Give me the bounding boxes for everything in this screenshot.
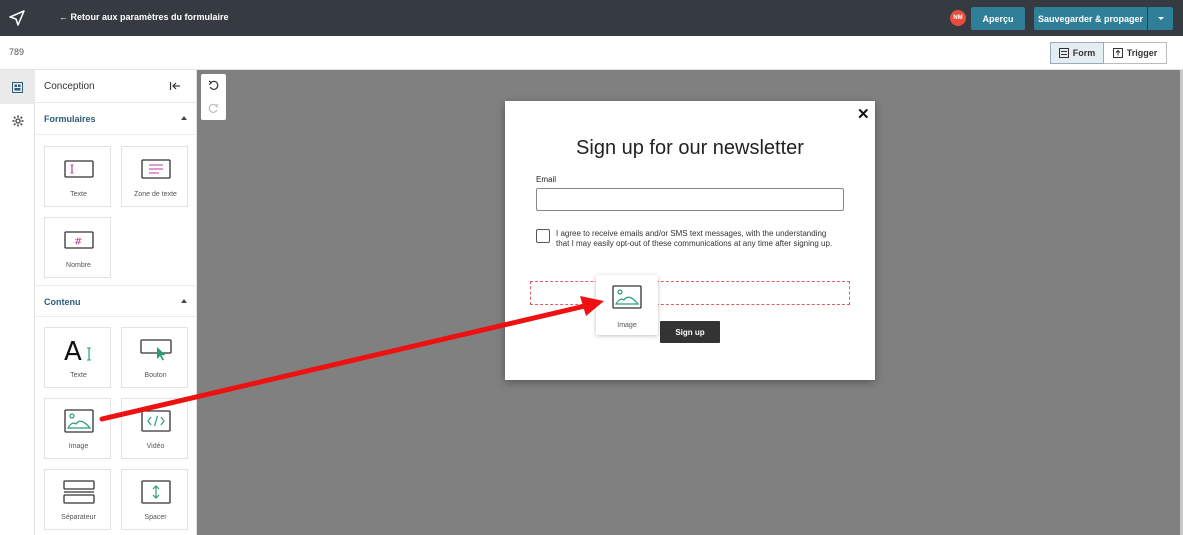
panel-title: Conception (44, 81, 95, 92)
left-icon-rail (0, 70, 35, 535)
tile-label: Texte (70, 191, 87, 198)
app-root: ← Retour aux paramètres du formulaire NM… (0, 0, 1183, 535)
consent-text: I agree to receive emails and/or SMS tex… (556, 229, 833, 248)
user-avatar[interactable]: NM (950, 10, 966, 26)
history-controls (201, 74, 226, 120)
panel-header: Conception (35, 70, 197, 103)
section-forms-title: Formulaires (44, 114, 96, 124)
top-bar: ← Retour aux paramètres du formulaire NM… (0, 0, 1183, 36)
tile-label: Zone de texte (134, 191, 177, 198)
redo-icon (208, 103, 219, 113)
tile-label: Image (68, 443, 89, 450)
number-field-icon: # (63, 231, 94, 249)
separator-icon (62, 480, 95, 504)
form-id: 789 (9, 47, 25, 57)
save-and-propagate-button[interactable]: Sauvegarder & propager (1034, 7, 1147, 30)
save-options-dropdown[interactable] (1148, 7, 1173, 30)
section-content-title: Contenu (44, 297, 81, 307)
chevron-down-icon (1157, 16, 1164, 20)
section-forms-header[interactable]: Formulaires (35, 103, 197, 135)
tile-text-field[interactable]: Texte (44, 146, 111, 207)
dragged-tile-label: Image (617, 322, 637, 329)
text-content-icon: A (64, 337, 91, 364)
tile-video[interactable]: Vidéo (121, 398, 188, 459)
undo-icon (208, 80, 219, 90)
video-code-icon (140, 410, 171, 432)
email-field[interactable] (536, 188, 844, 211)
tile-label: Séparateur (61, 514, 96, 521)
textarea-icon (140, 159, 171, 179)
chevron-up-icon (181, 299, 187, 303)
undo-button[interactable] (201, 74, 226, 97)
gear-icon (12, 115, 23, 127)
email-label: Email (536, 175, 557, 184)
tile-label: Vidéo (146, 443, 165, 450)
design-panel: Conception Formulaires Texte Zone de tex… (35, 70, 197, 535)
tile-label: Texte (70, 372, 87, 379)
send-logo-icon[interactable] (0, 0, 34, 36)
back-to-form-settings-link[interactable]: ← Retour aux paramètres du formulaire (59, 12, 229, 22)
button-cursor-icon (139, 339, 172, 361)
tile-button[interactable]: Bouton (121, 327, 188, 388)
tab-trigger-label: Trigger (1126, 48, 1158, 58)
close-icon[interactable]: ✕ (857, 105, 870, 123)
rail-settings-button[interactable] (0, 104, 35, 138)
section-content-header[interactable]: Contenu (35, 285, 197, 317)
chevron-up-icon (181, 116, 187, 120)
redo-button[interactable] (201, 97, 226, 120)
tile-textarea[interactable]: Zone de texte (121, 146, 188, 207)
sub-bar: 789 Form Trigger (0, 36, 1183, 70)
svg-text:A: A (64, 337, 82, 364)
tile-label: Spacer (144, 514, 167, 521)
text-field-icon (63, 160, 94, 178)
layout-icon (12, 81, 23, 93)
tile-image[interactable]: Image (44, 398, 111, 459)
tab-form-label: Form (1072, 48, 1096, 58)
trigger-icon (1112, 48, 1123, 58)
collapse-panel-icon[interactable] (169, 79, 181, 97)
preview-button[interactable]: Aperçu (971, 7, 1025, 30)
tile-label: Bouton (144, 372, 167, 379)
tab-trigger[interactable]: Trigger (1104, 42, 1167, 64)
svg-text:#: # (74, 237, 82, 248)
tile-text-content[interactable]: A Texte (44, 327, 111, 388)
consent-checkbox[interactable] (536, 229, 550, 243)
form-icon (1058, 48, 1069, 58)
spacer-icon (140, 480, 171, 504)
form-title[interactable]: Sign up for our newsletter (505, 137, 875, 160)
tile-spacer[interactable]: Spacer (121, 469, 188, 530)
tile-label: Nombre (66, 262, 91, 269)
tile-number[interactable]: # Nombre (44, 217, 111, 278)
newsletter-form-preview: ✕ Sign up for our newsletter Email I agr… (505, 101, 875, 380)
drop-zone[interactable] (530, 281, 850, 305)
dragged-image-tile[interactable]: Image (596, 275, 658, 335)
rail-design-button[interactable] (0, 70, 35, 104)
sign-up-button[interactable]: Sign up (660, 321, 720, 343)
image-icon (612, 285, 642, 309)
image-icon (63, 409, 94, 433)
tab-form[interactable]: Form (1050, 42, 1104, 64)
tile-separator[interactable]: Séparateur (44, 469, 111, 530)
